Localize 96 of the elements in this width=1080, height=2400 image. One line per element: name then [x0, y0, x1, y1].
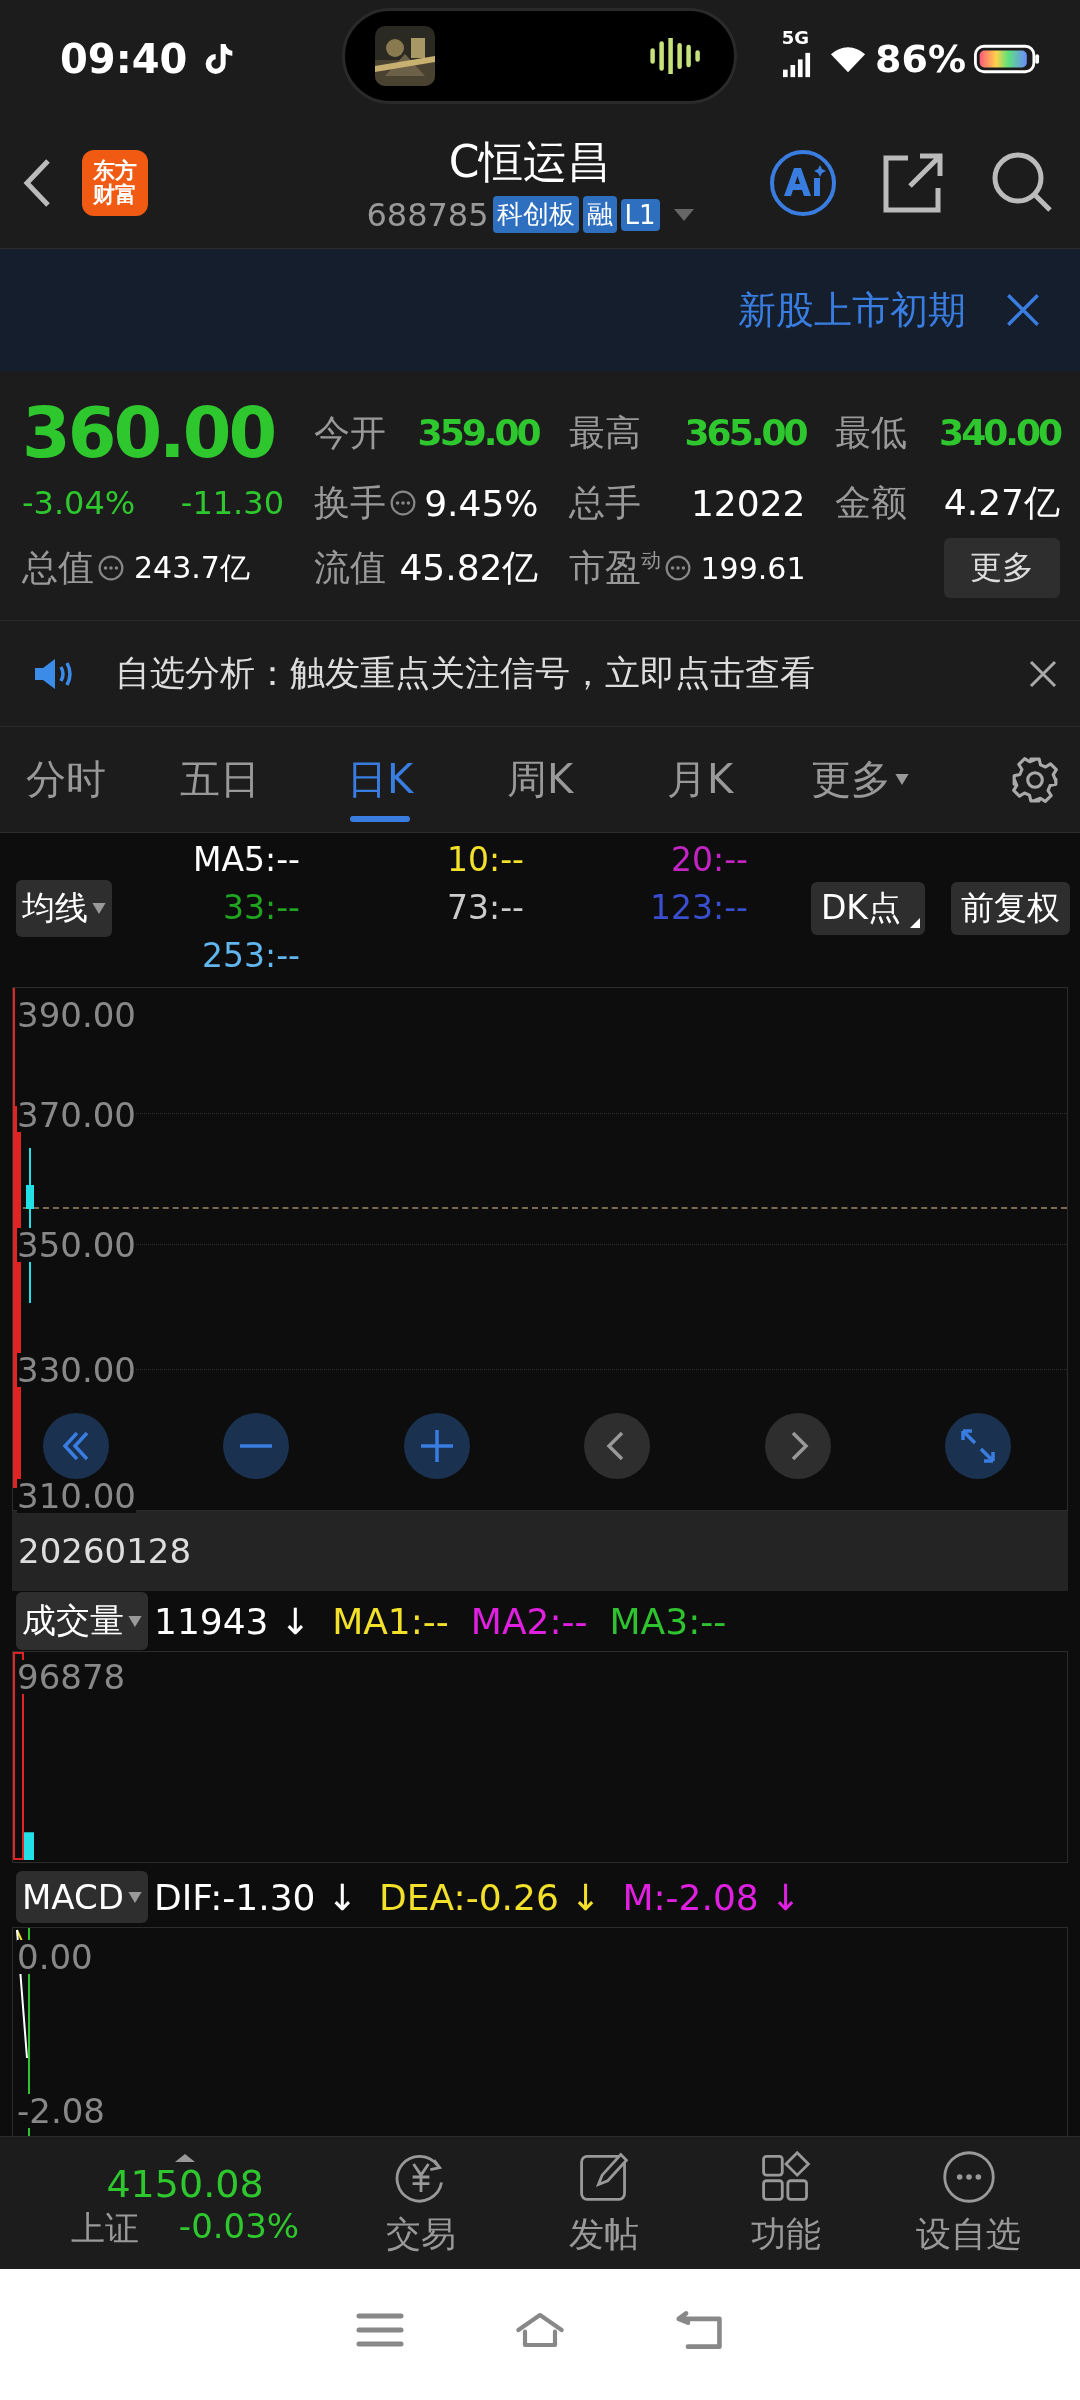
stat-label: 总值	[22, 545, 94, 590]
chart-tab[interactable]: 更多	[780, 727, 940, 832]
corner-icon	[910, 917, 920, 928]
moving-average-value: MA5:--	[192, 839, 300, 881]
banner-text[interactable]: 新股上市初期	[738, 284, 966, 336]
caret-icon	[128, 1615, 142, 1627]
stat-value: 45.82亿	[399, 545, 539, 590]
caret-icon	[92, 902, 106, 914]
stat-label: 流值	[314, 545, 386, 590]
battery-icon	[974, 44, 1040, 74]
change-percent: -3.04%	[22, 484, 136, 522]
stat-label: 金额	[835, 480, 908, 525]
close-icon[interactable]	[1028, 658, 1058, 689]
more-info-icon[interactable]	[98, 555, 124, 581]
macd-axis-label: 0.00	[17, 1940, 93, 1975]
index-name[interactable]: 上证	[70, 2206, 139, 2252]
indicator-dropdown[interactable]: 成交量	[16, 1592, 148, 1650]
stock-code: 688785	[366, 195, 489, 234]
change-amount: -11.30	[180, 484, 284, 522]
moving-average-value: 123:--	[649, 887, 748, 929]
right-icon[interactable]	[764, 1413, 831, 1479]
more-icon	[940, 2148, 997, 2205]
macd-value: M:-2.08 ↓	[622, 1876, 801, 1918]
moving-average-value: 253:--	[201, 935, 300, 977]
more-info-icon[interactable]	[390, 490, 416, 516]
chart-tab[interactable]: 五日	[140, 727, 300, 832]
chart-tab[interactable]: 月K	[620, 727, 780, 832]
macd-value: DEA:-0.26 ↓	[379, 1876, 601, 1918]
price-axis-label: 310.00	[17, 1478, 136, 1513]
caret-icon	[895, 774, 909, 785]
macd-axis-label: -2.08	[17, 2094, 105, 2129]
ai-icon[interactable]	[768, 148, 838, 218]
indicator-dropdown[interactable]: MACD	[16, 1871, 148, 1923]
macd-value: DIF:-1.30 ↓	[153, 1876, 358, 1918]
nav-item[interactable]: 功能	[695, 2147, 878, 2259]
market-tag: 融	[582, 196, 617, 233]
stat-value: 243.7亿	[134, 548, 250, 587]
settings-icon[interactable]	[1010, 754, 1060, 805]
wifi-icon	[829, 44, 868, 74]
stat-value: 359.00	[417, 413, 539, 453]
fullscreen-icon[interactable]	[944, 1413, 1011, 1479]
stat-value: 199.61	[700, 550, 806, 586]
more-button[interactable]: 更多	[944, 538, 1060, 598]
volume-axis-label: 96878	[17, 1660, 126, 1695]
price-axis-label: 350.00	[17, 1228, 136, 1263]
stat-label: 市盈$^{动}$	[568, 545, 661, 590]
zoom-in-icon[interactable]	[403, 1413, 470, 1479]
stat-value: 9.45%	[424, 482, 539, 524]
chart-tab[interactable]: 分时	[20, 727, 140, 832]
stat-label: 换手	[314, 480, 386, 525]
caret-icon[interactable]	[673, 208, 694, 221]
network-type: 5G	[781, 27, 810, 48]
stat-value: 12022	[690, 482, 806, 524]
current-price: 360.00	[22, 394, 275, 472]
market-tag: 科创板	[492, 196, 579, 233]
stat-value: 340.00	[939, 413, 1060, 453]
moving-average-value: 20:--	[670, 839, 748, 881]
close-icon[interactable]	[1006, 293, 1040, 327]
stat-value: 365.00	[684, 413, 806, 453]
volume-value: MA2:--	[470, 1600, 588, 1642]
nav-item[interactable]: 发帖	[512, 2147, 695, 2259]
date-label: 20260128	[18, 1531, 192, 1571]
volume-value: 11943 ↓	[154, 1600, 311, 1642]
index-value[interactable]: 4150.08	[106, 2162, 264, 2206]
nav-item[interactable]: 设自选	[877, 2147, 1060, 2259]
expand-icon[interactable]	[175, 2154, 195, 2162]
market-tag: L1	[620, 198, 660, 231]
signal-icon	[783, 52, 812, 78]
stat-label: 总手	[568, 480, 641, 525]
stat-label: 最高	[568, 410, 641, 455]
volume-value: MA3:--	[609, 1600, 727, 1642]
moving-average-value: 33:--	[222, 887, 300, 929]
stat-label: 今开	[314, 410, 386, 455]
index-change[interactable]: -0.03%	[178, 2206, 300, 2252]
adjust-button[interactable]: 前复权	[951, 881, 1070, 935]
nav-item[interactable]: 交易	[330, 2147, 513, 2259]
rewind-icon[interactable]	[43, 1413, 109, 1479]
stat-label: 最低	[835, 410, 908, 455]
battery-percent: 86%	[875, 37, 966, 81]
back-icon[interactable]	[22, 158, 52, 208]
status-time: 09:40	[60, 36, 188, 82]
dk-button[interactable]: DK点	[810, 881, 925, 935]
moving-average-value: 73:--	[446, 887, 524, 929]
moving-average-value: 10:--	[446, 839, 524, 881]
stat-value: 4.27亿	[943, 480, 1060, 525]
indicator-dropdown[interactable]: 均线	[16, 879, 112, 937]
left-icon[interactable]	[584, 1413, 651, 1479]
zoom-out-icon[interactable]	[223, 1413, 290, 1479]
more-info-icon[interactable]	[664, 555, 691, 581]
stock-name: C恒运昌	[448, 134, 612, 189]
app-logo: 东方 财富	[82, 150, 148, 216]
chart-tab[interactable]: 日K	[300, 727, 460, 832]
price-axis-label: 330.00	[17, 1353, 136, 1388]
caret-icon	[127, 1891, 142, 1903]
volume-value: MA1:--	[332, 1600, 449, 1642]
chart-tab[interactable]: 周K	[460, 727, 620, 832]
